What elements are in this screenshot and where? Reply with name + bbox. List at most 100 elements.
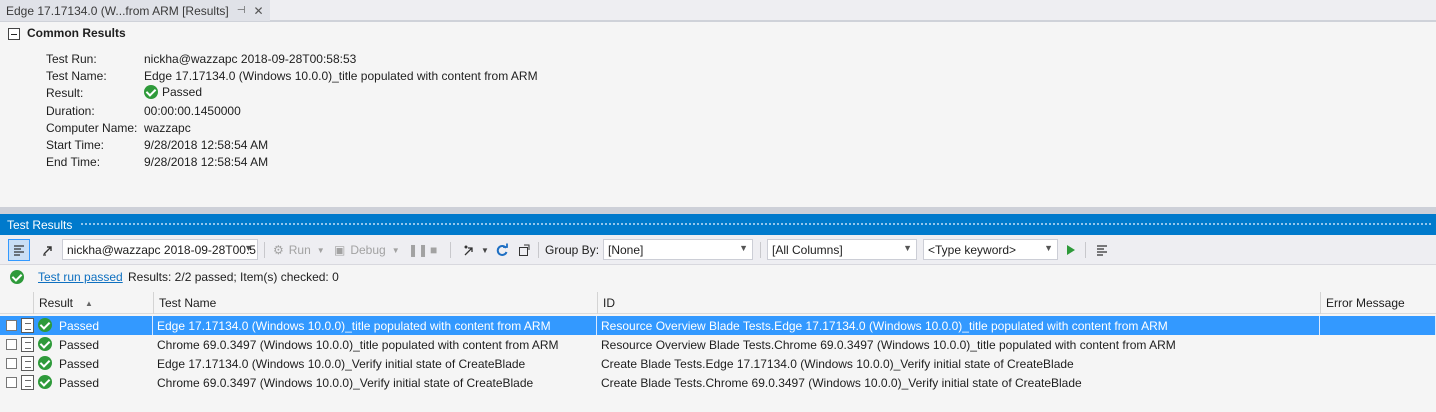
- chevron-down-icon: ▼: [903, 243, 912, 253]
- columns-select[interactable]: [All Columns] ▼: [767, 239, 917, 260]
- computer-name-value: wazzapc: [144, 121, 191, 135]
- common-results-section: Common Results Test Run: nickha@wazzapc …: [0, 23, 1436, 207]
- cell-result: Passed: [59, 375, 100, 390]
- test-document-icon: [21, 337, 34, 352]
- debug-icon: ▣: [334, 243, 346, 257]
- cell-test-name: Chrome 69.0.3497 (Windows 10.0.0)_Verify…: [157, 375, 534, 390]
- cell-result: Passed: [59, 337, 100, 352]
- stop-icon: ■: [430, 243, 438, 257]
- collapse-toggle-icon[interactable]: [8, 28, 20, 40]
- grid-header: Result ▲ Test Name ID Error Message: [0, 292, 1436, 314]
- toolbar-separator: [450, 242, 451, 258]
- test-results-toolbar: nickha@wazzapc 2018-09-28T00:5 ▼ ⚙ Run ▼…: [0, 235, 1436, 265]
- end-time-label: End Time:: [46, 155, 101, 169]
- chevron-down-icon: ▼: [244, 243, 253, 253]
- column-header-test-name[interactable]: Test Name: [153, 292, 597, 314]
- sort-ascending-icon: ▲: [85, 298, 93, 308]
- cell-id: Resource Overview Blade Tests.Edge 17.17…: [597, 316, 1320, 335]
- table-row[interactable]: Passed Edge 17.17134.0 (Windows 10.0.0)_…: [0, 354, 1436, 373]
- chevron-down-icon: ▼: [316, 245, 325, 255]
- cell-id: Create Blade Tests.Chrome 69.0.3497 (Win…: [601, 375, 1082, 390]
- row-checkbox[interactable]: [6, 339, 17, 350]
- test-name-value: Edge 17.17134.0 (Windows 10.0.0)_title p…: [144, 69, 538, 83]
- row-checkbox[interactable]: [6, 320, 17, 331]
- results-grid: Result ▲ Test Name ID Error Message Pass…: [0, 292, 1436, 412]
- table-row[interactable]: Passed Chrome 69.0.3497 (Windows 10.0.0)…: [0, 373, 1436, 392]
- stop-button[interactable]: ■: [430, 240, 437, 260]
- common-results-title: Common Results: [27, 26, 126, 40]
- test-document-icon: [21, 375, 34, 390]
- run-icon: ⚙: [273, 243, 284, 257]
- cell-result: Passed: [59, 356, 100, 371]
- search-run-icon[interactable]: [1067, 245, 1075, 255]
- toolbar-separator: [760, 242, 761, 258]
- row-checkbox[interactable]: [6, 377, 17, 388]
- table-row[interactable]: Passed Chrome 69.0.3497 (Windows 10.0.0)…: [0, 335, 1436, 354]
- passed-check-icon: [38, 337, 52, 351]
- cell-test-name: Chrome 69.0.3497 (Windows 10.0.0)_title …: [157, 337, 559, 352]
- refresh-icon[interactable]: [491, 239, 513, 261]
- export-results-icon[interactable]: [513, 239, 535, 261]
- start-time-value: 9/28/2018 12:58:54 AM: [144, 138, 269, 152]
- debug-button[interactable]: ▣ Debug ▼: [334, 240, 400, 260]
- group-by-label: Group By:: [545, 243, 600, 257]
- result-value: Passed: [144, 85, 202, 99]
- passed-check-icon: [38, 375, 52, 389]
- passed-check-icon: [10, 270, 24, 284]
- test-document-icon: [21, 356, 34, 371]
- result-label: Result:: [46, 86, 84, 100]
- pin-icon[interactable]: ⊣: [237, 5, 246, 16]
- column-header-result[interactable]: Result ▲: [33, 292, 153, 314]
- keyword-input[interactable]: <Type keyword> ▼: [923, 239, 1058, 260]
- open-run-icon[interactable]: [37, 239, 59, 261]
- start-time-label: Start Time:: [46, 138, 105, 152]
- chevron-down-icon: ▼: [739, 243, 748, 253]
- duration-label: Duration:: [46, 104, 95, 118]
- cell-error-message: [1320, 335, 1436, 354]
- cell-result: Passed: [55, 316, 153, 335]
- test-run-value: nickha@wazzapc 2018-09-28T00:58:53: [144, 52, 357, 66]
- cell-test-name: Edge 17.17134.0 (Windows 10.0.0)_Verify …: [157, 356, 526, 371]
- test-run-label: Test Run:: [46, 52, 97, 66]
- cell-id: Create Blade Tests.Edge 17.17134.0 (Wind…: [601, 356, 1074, 371]
- details-pane-icon[interactable]: [8, 239, 30, 261]
- group-options-icon[interactable]: [1091, 239, 1113, 261]
- pause-button[interactable]: ❚❚: [408, 240, 428, 260]
- chevron-down-icon: ▼: [1044, 243, 1053, 253]
- cell-error-message: [1320, 354, 1436, 373]
- run-status-bar: Test run passed Results: 2/2 passed; Ite…: [0, 266, 1436, 288]
- passed-check-icon: [38, 318, 52, 332]
- column-header-error-message[interactable]: Error Message: [1320, 292, 1436, 314]
- column-header-id[interactable]: ID: [597, 292, 1320, 314]
- test-run-passed-link[interactable]: Test run passed: [38, 270, 123, 284]
- test-results-title: Test Results: [7, 217, 73, 232]
- document-tab-title: Edge 17.17134.0 (W...from ARM [Results]: [6, 3, 229, 18]
- toolbar-separator: [538, 242, 539, 258]
- import-results-icon[interactable]: [458, 239, 480, 261]
- table-row[interactable]: Passed Edge 17.17134.0 (Windows 10.0.0)_…: [0, 316, 1436, 335]
- chevron-down-icon[interactable]: ▼: [481, 240, 489, 260]
- end-time-value: 9/28/2018 12:58:54 AM: [144, 155, 269, 169]
- results-summary: Results: 2/2 passed; Item(s) checked: 0: [128, 270, 339, 284]
- document-tab[interactable]: Edge 17.17134.0 (W...from ARM [Results] …: [0, 0, 270, 21]
- cell-id: Resource Overview Blade Tests.Chrome 69.…: [601, 337, 1176, 352]
- duration-value: 00:00:00.1450000: [144, 104, 241, 118]
- test-run-select[interactable]: nickha@wazzapc 2018-09-28T00:5 ▼: [62, 239, 258, 260]
- cell-error-message: [1320, 373, 1436, 392]
- pause-icon: ❚❚: [408, 243, 429, 257]
- cell-test-name: Edge 17.17134.0 (Windows 10.0.0)_title p…: [153, 316, 597, 335]
- computer-name-label: Computer Name:: [46, 121, 138, 135]
- title-grip[interactable]: [80, 222, 1432, 227]
- test-results-title-bar: Test Results: [0, 214, 1436, 235]
- row-checkbox[interactable]: [6, 358, 17, 369]
- test-name-label: Test Name:: [46, 69, 107, 83]
- test-document-icon: [21, 318, 34, 333]
- document-tab-strip: Edge 17.17134.0 (W...from ARM [Results] …: [0, 0, 1436, 22]
- run-button[interactable]: ⚙ Run ▼: [273, 240, 325, 260]
- passed-check-icon: [38, 356, 52, 370]
- close-icon[interactable]: ✕: [254, 4, 264, 18]
- chevron-down-icon: ▼: [391, 245, 400, 255]
- panel-splitter[interactable]: [0, 207, 1436, 214]
- group-by-select[interactable]: [None] ▼: [603, 239, 753, 260]
- cell-error-message: [1320, 316, 1436, 335]
